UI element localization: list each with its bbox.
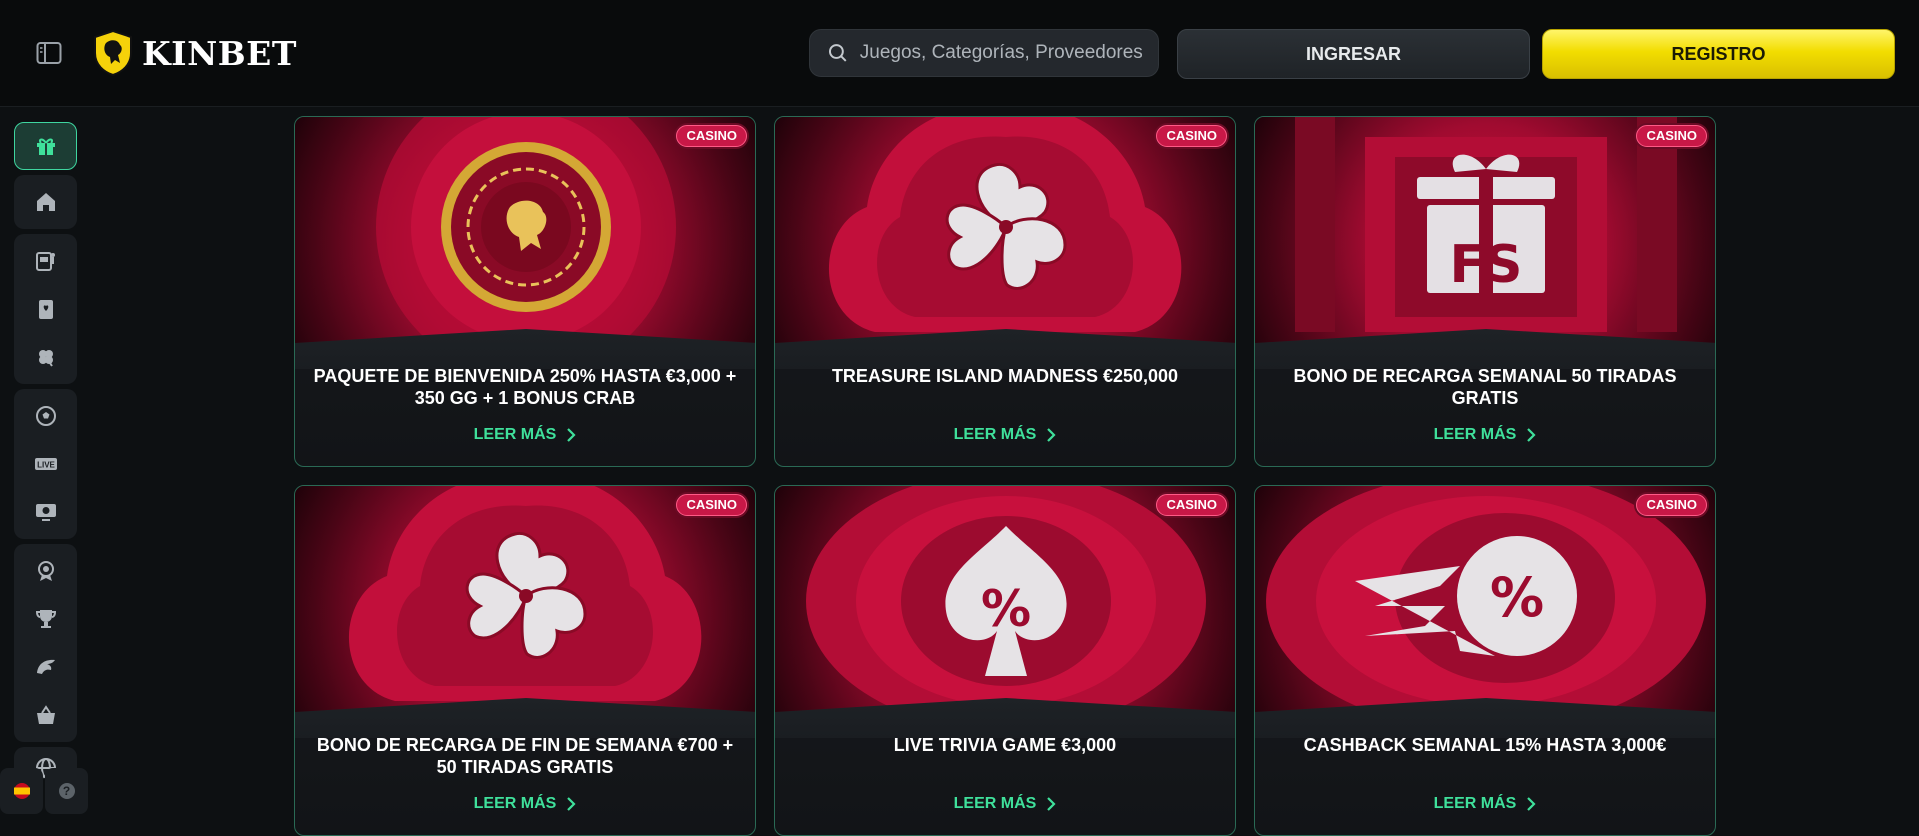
read-more-label: LEER MÁS bbox=[473, 426, 557, 443]
trophy-icon bbox=[35, 610, 56, 628]
search-icon bbox=[828, 44, 847, 62]
search-box[interactable] bbox=[809, 29, 1159, 77]
sidebar-toggle-icon[interactable] bbox=[36, 40, 62, 66]
sidebar-item-table-games[interactable] bbox=[14, 285, 77, 333]
category-badge: CASINO bbox=[676, 494, 747, 516]
spain-flag-icon bbox=[13, 783, 30, 799]
category-badge: CASINO bbox=[1636, 125, 1707, 147]
svg-text:LIVE: LIVE bbox=[37, 461, 55, 470]
category-badge: CASINO bbox=[676, 125, 747, 147]
chevron-right-icon bbox=[1527, 797, 1536, 811]
promo-card[interactable]: CASINO PAQUETE DE BIENVENIDA 250% HASTA … bbox=[294, 116, 756, 467]
cards-icon bbox=[38, 300, 53, 319]
read-more-link[interactable]: LEER MÁS bbox=[295, 426, 755, 444]
chevron-right-icon bbox=[1047, 797, 1056, 811]
sidebar-item-tournaments[interactable] bbox=[14, 595, 77, 643]
promo-title: TREASURE ISLAND MADNESS €250,000 bbox=[831, 366, 1179, 386]
promo-art-clover bbox=[295, 486, 755, 716]
chevron-right-icon bbox=[1047, 428, 1056, 442]
promo-art-clover bbox=[775, 117, 1235, 347]
promo-art-casino-chip bbox=[295, 117, 755, 347]
sidebar-item-shop[interactable] bbox=[14, 691, 77, 739]
register-button[interactable]: REGISTRO bbox=[1542, 29, 1895, 79]
sidebar-item-sports[interactable] bbox=[14, 392, 77, 440]
help-button[interactable]: ? bbox=[45, 768, 88, 814]
chevron-right-icon bbox=[1527, 428, 1536, 442]
promo-title: BONO DE RECARGA SEMANAL 50 TIRADAS GRATI… bbox=[1293, 366, 1677, 408]
promo-title: LIVE TRIVIA GAME €3,000 bbox=[893, 735, 1117, 755]
read-more-label: LEER MÁS bbox=[953, 795, 1037, 812]
read-more-label: LEER MÁS bbox=[473, 795, 557, 812]
promo-art-gift-fs: FS bbox=[1255, 117, 1715, 347]
promo-card[interactable]: FS CASINO BONO DE RECARGA SEMANAL 50 TIR… bbox=[1254, 116, 1716, 467]
sidebar-item-live[interactable]: LIVE bbox=[14, 440, 77, 488]
sidebar-item-fantasy[interactable] bbox=[14, 643, 77, 691]
lion-shield-icon bbox=[94, 29, 132, 77]
promo-title: BONO DE RECARGA DE FIN DE SEMANA €700 + … bbox=[316, 735, 734, 777]
sidebar-rail: LIVE bbox=[14, 122, 77, 784]
sidebar-footer: ? bbox=[0, 768, 90, 814]
read-more-label: LEER MÁS bbox=[953, 426, 1037, 443]
kinbet-logo[interactable]: KINBET bbox=[92, 29, 297, 77]
home-icon bbox=[36, 193, 55, 211]
promo-title: CASHBACK SEMANAL 15% HASTA 3,000€ bbox=[1303, 735, 1667, 755]
svg-text:FS: FS bbox=[1450, 235, 1523, 295]
promo-art-speed-percent: % bbox=[1255, 486, 1715, 716]
sidebar-item-vip[interactable] bbox=[14, 547, 77, 595]
category-badge: CASINO bbox=[1156, 125, 1227, 147]
category-badge: CASINO bbox=[1636, 494, 1707, 516]
help-label: ? bbox=[62, 784, 71, 798]
promo-card[interactable]: CASINO BONO DE RECARGA DE FIN DE SEMANA … bbox=[294, 485, 756, 836]
virtual-sports-icon bbox=[35, 504, 56, 521]
gift-icon bbox=[36, 138, 55, 155]
search-input[interactable] bbox=[857, 41, 1158, 65]
sidebar-item-virtual[interactable] bbox=[14, 488, 77, 536]
read-more-link[interactable]: LEER MÁS bbox=[775, 426, 1235, 444]
read-more-link[interactable]: LEER MÁS bbox=[1255, 795, 1715, 813]
live-icon: LIVE bbox=[34, 458, 57, 470]
read-more-label: LEER MÁS bbox=[1433, 426, 1517, 443]
clover-icon bbox=[38, 350, 53, 367]
category-badge: CASINO bbox=[1156, 494, 1227, 516]
sidebar-item-home[interactable] bbox=[14, 178, 77, 226]
soccer-ball-icon bbox=[35, 406, 56, 426]
chevron-right-icon bbox=[567, 797, 576, 811]
sidebar-item-promotions[interactable] bbox=[14, 122, 77, 170]
sidebar-item-lucky[interactable] bbox=[14, 333, 77, 381]
slot-machine-icon bbox=[35, 252, 55, 271]
read-more-link[interactable]: LEER MÁS bbox=[1255, 426, 1715, 444]
read-more-label: LEER MÁS bbox=[1433, 795, 1517, 812]
login-button[interactable]: INGRESAR bbox=[1177, 29, 1530, 79]
promo-card[interactable]: CASINO TREASURE ISLAND MADNESS €250,000 … bbox=[774, 116, 1236, 467]
logo-text: KINBET bbox=[142, 33, 297, 73]
promo-title: PAQUETE DE BIENVENIDA 250% HASTA €3,000 … bbox=[313, 366, 737, 408]
top-header: KINBET INGRESAR REGISTRO bbox=[0, 0, 1919, 107]
promo-art-spade-percent: % bbox=[775, 486, 1235, 716]
language-button[interactable] bbox=[0, 768, 43, 814]
fantasy-icon bbox=[36, 659, 55, 674]
promo-card[interactable]: % CASINO CASHBACK SEMANAL 15% HASTA 3,00… bbox=[1254, 485, 1716, 836]
vip-badge-icon bbox=[37, 561, 54, 581]
svg-text:%: % bbox=[981, 580, 1031, 638]
chevron-right-icon bbox=[567, 428, 576, 442]
read-more-link[interactable]: LEER MÁS bbox=[295, 795, 755, 813]
svg-text:%: % bbox=[1490, 566, 1544, 629]
read-more-link[interactable]: LEER MÁS bbox=[775, 795, 1235, 813]
sidebar-item-slots[interactable] bbox=[14, 237, 77, 285]
shop-basket-icon bbox=[36, 705, 55, 724]
promo-card[interactable]: % CASINO LIVE TRIVIA GAME €3,000 LEER MÁ… bbox=[774, 485, 1236, 836]
